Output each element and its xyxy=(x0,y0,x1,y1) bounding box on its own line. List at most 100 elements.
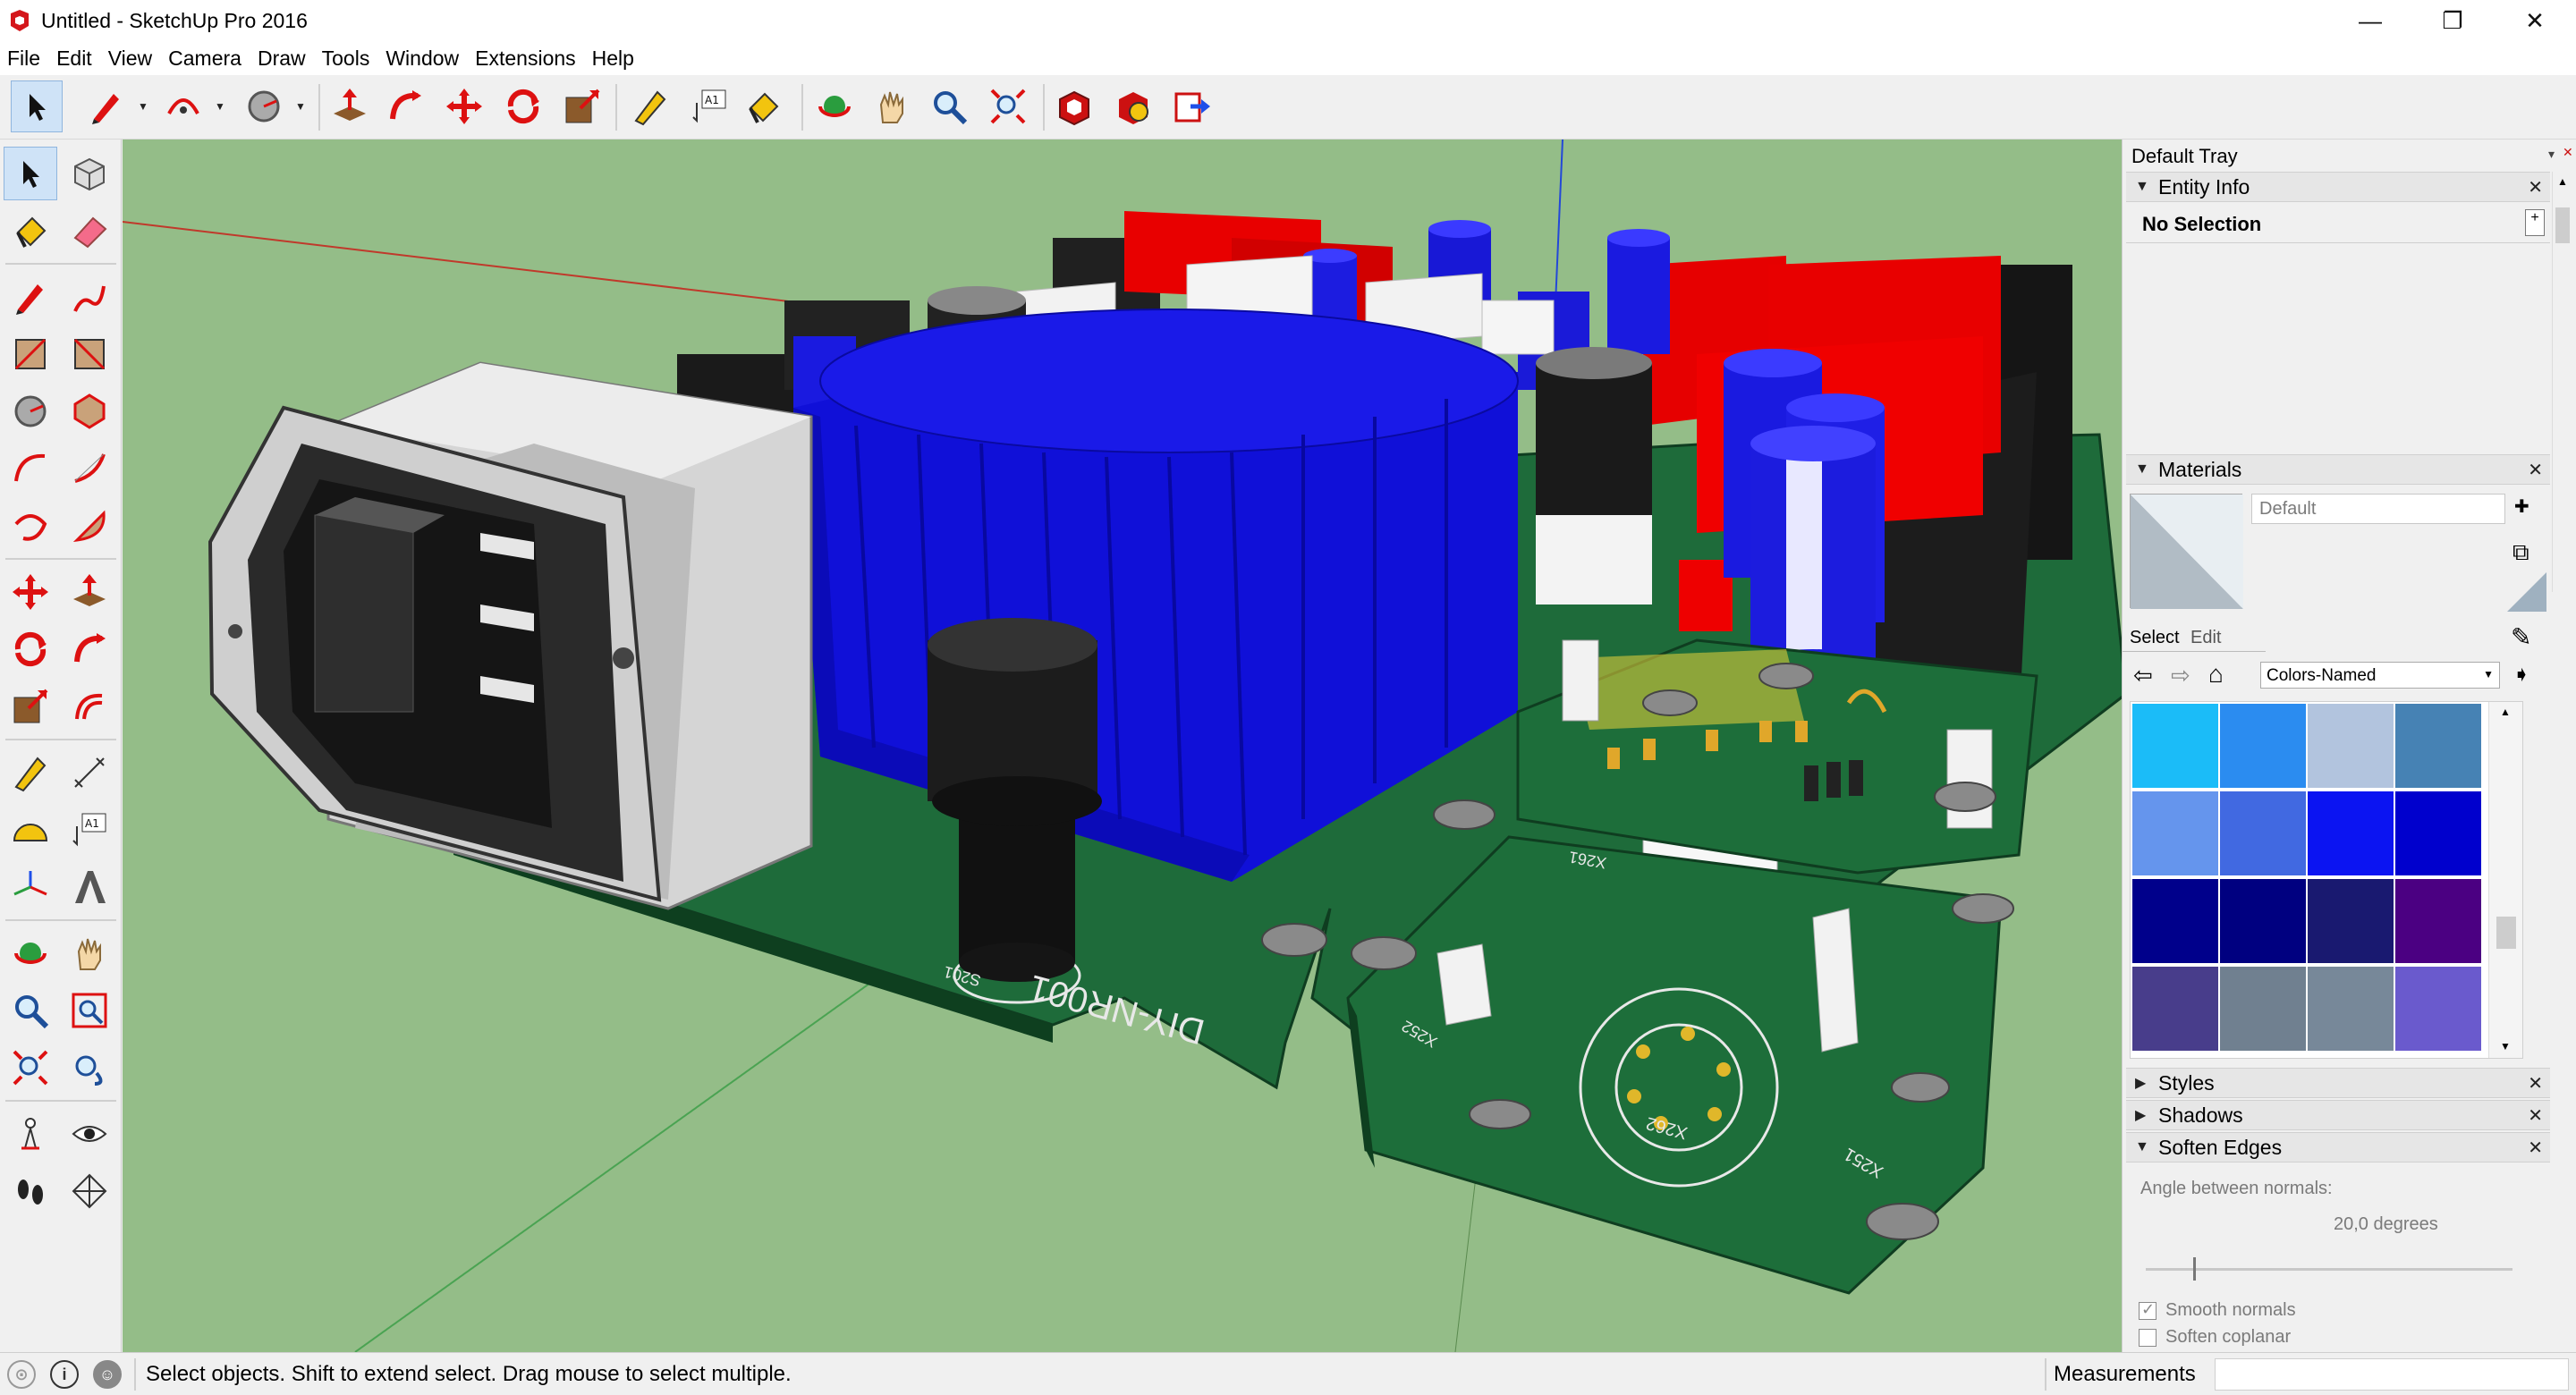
follow-me-button[interactable] xyxy=(379,80,431,132)
color-swatch[interactable] xyxy=(2395,879,2481,963)
tray-close-icon[interactable]: ✕ xyxy=(2563,145,2573,160)
scale-tool-button[interactable] xyxy=(556,80,608,132)
tray-scrollbar[interactable]: ▲ xyxy=(2552,172,2573,592)
color-swatch[interactable] xyxy=(2132,879,2218,963)
close-icon[interactable]: ✕ xyxy=(2528,176,2543,199)
color-swatch[interactable] xyxy=(2132,791,2218,875)
tab-select[interactable]: Select xyxy=(2130,628,2180,648)
freehand-button[interactable] xyxy=(63,270,116,324)
create-material-icon[interactable]: ✚ xyxy=(2514,495,2534,520)
tape-measure-button[interactable] xyxy=(624,80,676,132)
color-swatch[interactable] xyxy=(2132,967,2218,1051)
color-swatch[interactable] xyxy=(2395,967,2481,1051)
color-swatch[interactable] xyxy=(2220,704,2306,788)
minimize-button[interactable]: — xyxy=(2329,0,2411,41)
geo-location-icon[interactable]: ⊙ xyxy=(7,1360,36,1389)
scroll-thumb[interactable] xyxy=(2555,207,2570,243)
materials-header[interactable]: ▼ Materials ✕ xyxy=(2126,454,2550,485)
pan-button[interactable] xyxy=(866,80,918,132)
color-swatch[interactable] xyxy=(2308,879,2394,963)
measurements-input[interactable] xyxy=(2215,1358,2569,1391)
close-icon[interactable]: ✕ xyxy=(2528,1104,2543,1127)
color-swatch[interactable] xyxy=(2308,704,2394,788)
styles-header[interactable]: ▶ Styles ✕ xyxy=(2126,1068,2550,1098)
move-tool-large[interactable] xyxy=(4,565,57,619)
zoom-large[interactable] xyxy=(4,984,57,1037)
details-arrow-icon[interactable]: ➧ xyxy=(2512,662,2530,688)
section-plane-button[interactable] xyxy=(63,1164,116,1218)
details-toggle-icon[interactable]: + xyxy=(2525,209,2545,236)
close-button[interactable]: ✕ xyxy=(2494,0,2576,41)
angle-slider-thumb[interactable] xyxy=(2193,1257,2197,1281)
circle-button[interactable] xyxy=(4,385,57,438)
scroll-down-icon[interactable]: ▼ xyxy=(2500,1040,2511,1053)
close-icon[interactable]: ✕ xyxy=(2528,459,2543,481)
modeling-viewport[interactable]: DIY-NR001 S201 X262 X251 X252 X261 xyxy=(123,140,2122,1352)
entity-info-header[interactable]: ▼ Entity Info ✕ xyxy=(2126,172,2550,202)
shadows-header[interactable]: ▶ Shadows ✕ xyxy=(2126,1100,2550,1130)
home-icon[interactable]: ⌂ xyxy=(2208,660,2224,689)
arc-dropdown-chevron-icon[interactable]: ▼ xyxy=(215,100,225,113)
line-tool-button[interactable] xyxy=(80,80,132,132)
pie-button[interactable] xyxy=(63,499,116,553)
menu-window[interactable]: Window xyxy=(384,45,461,72)
smooth-normals-checkbox[interactable]: ✓ xyxy=(2139,1300,2157,1320)
push-pull-button[interactable] xyxy=(324,80,376,132)
color-swatch[interactable] xyxy=(2220,967,2306,1051)
select-tool-button[interactable] xyxy=(11,80,63,132)
soften-coplanar-checkbox[interactable] xyxy=(2139,1329,2157,1347)
select-tool-large[interactable] xyxy=(4,147,57,200)
rotate-tool-button[interactable] xyxy=(497,80,549,132)
menu-extensions[interactable]: Extensions xyxy=(473,45,578,72)
color-swatch[interactable] xyxy=(2132,704,2218,788)
color-swatch[interactable] xyxy=(2395,791,2481,875)
eraser-button[interactable] xyxy=(63,204,116,258)
color-swatch[interactable] xyxy=(2395,704,2481,788)
paint-bucket-large[interactable] xyxy=(4,204,57,258)
polygon-button[interactable] xyxy=(63,385,116,438)
two-point-arc-button[interactable] xyxy=(63,442,116,495)
back-arrow-icon[interactable]: ⇦ xyxy=(2133,662,2153,689)
close-icon[interactable]: ✕ xyxy=(2528,1137,2543,1159)
menu-edit[interactable]: Edit xyxy=(55,45,94,72)
extension-warehouse-button[interactable] xyxy=(1107,80,1159,132)
material-name-field[interactable]: Default xyxy=(2251,494,2505,524)
text-tool-large[interactable]: A1 xyxy=(63,803,116,857)
move-tool-button[interactable] xyxy=(438,80,490,132)
zoom-button[interactable] xyxy=(923,80,975,132)
scale-tool-large[interactable] xyxy=(4,680,57,733)
menu-draw[interactable]: Draw xyxy=(256,45,308,72)
send-to-layout-button[interactable] xyxy=(1166,80,1218,132)
scroll-thumb[interactable] xyxy=(2496,917,2516,949)
make-component-button[interactable] xyxy=(63,147,116,200)
orbit-large[interactable] xyxy=(4,926,57,980)
zoom-extents-large[interactable] xyxy=(4,1041,57,1095)
info-icon[interactable]: i xyxy=(50,1360,79,1389)
line-dropdown-chevron-icon[interactable]: ▼ xyxy=(138,100,148,113)
tab-edit[interactable]: Edit xyxy=(2190,628,2221,648)
material-library-select[interactable]: Colors-Named ▼ xyxy=(2260,662,2500,689)
menu-view[interactable]: View xyxy=(106,45,154,72)
rotate-tool-large[interactable] xyxy=(4,622,57,676)
axes-button[interactable] xyxy=(4,860,57,914)
orbit-button[interactable] xyxy=(809,80,860,132)
text-tool-button[interactable]: A1 xyxy=(683,80,735,132)
line-tool-large[interactable] xyxy=(4,270,57,324)
angle-slider[interactable] xyxy=(2146,1257,2512,1281)
arc-tool-button[interactable] xyxy=(157,80,209,132)
dimension-button[interactable] xyxy=(63,746,116,799)
paint-sample-icon[interactable]: ⧉ xyxy=(2512,538,2529,567)
follow-me-large[interactable] xyxy=(63,622,116,676)
zoom-window-button[interactable] xyxy=(63,984,116,1037)
pan-large[interactable] xyxy=(63,926,116,980)
rotated-rectangle-button[interactable] xyxy=(63,327,116,381)
rectangle-button[interactable] xyxy=(4,327,57,381)
zoom-extents-button[interactable] xyxy=(982,80,1034,132)
color-swatch[interactable] xyxy=(2308,791,2394,875)
menu-file[interactable]: File xyxy=(5,45,42,72)
tape-measure-large[interactable] xyxy=(4,746,57,799)
3d-text-button[interactable] xyxy=(63,860,116,914)
color-swatch[interactable] xyxy=(2220,879,2306,963)
menu-tools[interactable]: Tools xyxy=(320,45,372,72)
push-pull-large[interactable] xyxy=(63,565,116,619)
